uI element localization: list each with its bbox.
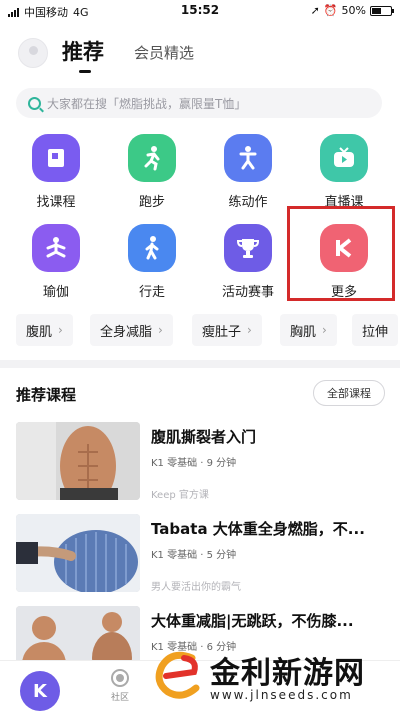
- grid-label: 瑜伽: [42, 285, 69, 300]
- chip-abs[interactable]: 腹肌 ›: [16, 314, 73, 346]
- top-header: 推荐 会员精选: [0, 30, 400, 78]
- nav-community-label: 社区: [110, 693, 129, 703]
- course-title: 腹肌撕裂者入门: [151, 428, 257, 446]
- chip-belly[interactable]: 瘦肚子 ›: [192, 314, 262, 346]
- status-right: ➚ ⏰ 50%: [310, 4, 394, 17]
- chip-stretch[interactable]: 拉伸: [352, 314, 399, 346]
- walking-icon: [128, 224, 176, 272]
- section-divider: [0, 360, 400, 368]
- alarm-icon: ⏰: [323, 4, 338, 17]
- watermark-url: www.jlnseeds.com: [210, 688, 353, 702]
- course-card[interactable]: Tabata 大体重全身燃脂，不... K1 零基础 · 5 分钟 男人要活出你…: [16, 514, 386, 594]
- course-thumbnail: [16, 514, 140, 592]
- book-icon: [32, 134, 80, 182]
- course-thumbnail: [16, 422, 140, 500]
- community-icon: [111, 669, 129, 687]
- chevron-right-icon: ›: [322, 323, 327, 337]
- tv-icon: [320, 134, 368, 182]
- tab-member-picks[interactable]: 会员精选: [134, 42, 194, 63]
- course-meta: K1 零基础 · 9 分钟: [151, 458, 237, 469]
- tab-indicator: [79, 70, 91, 73]
- chevron-right-icon: ›: [247, 323, 252, 337]
- nav-home-button[interactable]: K: [20, 671, 60, 711]
- grid-item-events[interactable]: 活动赛事: [203, 224, 293, 300]
- chip-label: 瘦肚子: [202, 324, 242, 340]
- grid-label: 跑步: [138, 195, 165, 210]
- watermark-logo-icon: [155, 651, 200, 699]
- battery-fill: [372, 7, 381, 14]
- watermark: 金利新游网 www.jlnseeds.com: [150, 640, 400, 711]
- grid-item-find-course[interactable]: 找课程: [11, 134, 101, 210]
- watermark-title: 金利新游网: [210, 656, 365, 691]
- status-bar: 中国移动 4G 15:52 ➚ ⏰ 50%: [0, 0, 400, 22]
- grid-item-exercise[interactable]: 练动作: [203, 134, 293, 210]
- grid-item-live-class[interactable]: 直播课: [299, 134, 389, 210]
- chip-fat-loss[interactable]: 全身减脂 ›: [90, 314, 173, 346]
- yoga-icon: [32, 224, 80, 272]
- course-title: Tabata 大体重全身燃脂，不...: [151, 520, 365, 538]
- grid-label: 找课程: [36, 195, 76, 210]
- grid-label: 练动作: [228, 195, 268, 210]
- course-meta: K1 零基础 · 5 分钟: [151, 550, 237, 561]
- grid-label: 活动赛事: [221, 285, 274, 300]
- running-icon: [128, 134, 176, 182]
- chevron-right-icon: ›: [58, 323, 63, 337]
- chip-label: 胸肌: [290, 324, 317, 340]
- chip-label: 腹肌: [26, 324, 53, 340]
- search-placeholder: 大家都在搜「燃脂挑战，赢限量T恤」: [47, 96, 247, 111]
- course-title: 大体重减脂|无跳跃，不伤膝...: [151, 612, 354, 630]
- location-icon: ➚: [310, 4, 320, 17]
- avatar[interactable]: [18, 38, 48, 68]
- all-courses-button[interactable]: 全部课程: [313, 380, 385, 406]
- chip-label: 拉伸: [362, 324, 389, 340]
- battery-percent: 50%: [341, 4, 366, 17]
- search-bar[interactable]: 大家都在搜「燃脂挑战，赢限量T恤」: [16, 88, 382, 118]
- nav-community[interactable]: 社区: [105, 669, 135, 703]
- grid-label: 行走: [138, 285, 165, 300]
- grid-item-running[interactable]: 跑步: [107, 134, 197, 210]
- grid-item-yoga[interactable]: 瑜伽: [11, 224, 101, 300]
- highlight-annotation: [287, 206, 395, 301]
- search-icon: [28, 96, 41, 110]
- category-chips: 腹肌 › 全身减脂 › 瘦肚子 › 胸肌 › 拉伸: [0, 314, 400, 348]
- battery-icon: [370, 5, 394, 16]
- grid-item-walking[interactable]: 行走: [107, 224, 197, 300]
- exercise-icon: [224, 134, 272, 182]
- trophy-icon: [224, 224, 272, 272]
- chevron-right-icon: ›: [158, 323, 163, 337]
- chip-chest[interactable]: 胸肌 ›: [280, 314, 337, 346]
- course-source: Keep 官方课: [151, 490, 209, 501]
- section-title: 推荐课程: [16, 386, 77, 404]
- chip-label: 全身减脂: [100, 324, 153, 340]
- tab-recommend[interactable]: 推荐: [62, 36, 104, 66]
- course-card[interactable]: 腹肌撕裂者入门 K1 零基础 · 9 分钟 Keep 官方课: [16, 422, 386, 502]
- course-source: 男人要活出你的霸气: [151, 582, 241, 593]
